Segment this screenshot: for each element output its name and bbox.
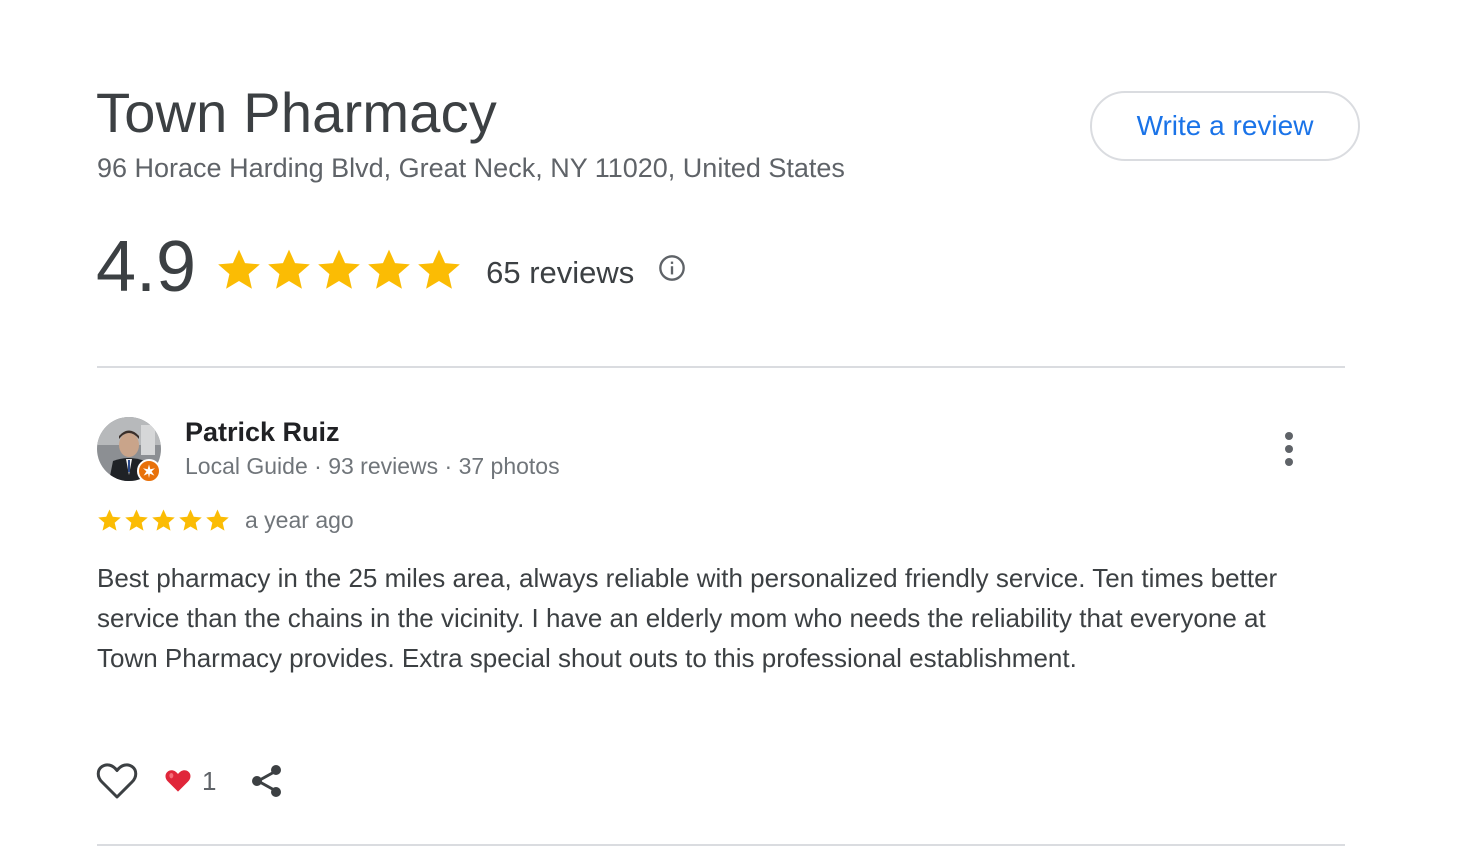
review-text: Best pharmacy in the 25 miles area, alwa… (97, 563, 1278, 673)
review-count[interactable]: 65 reviews (486, 255, 634, 291)
star-icon (206, 508, 229, 531)
star-icon (179, 508, 202, 531)
share-icon (252, 765, 282, 797)
reaction-count: 1 (202, 765, 217, 796)
star-icon (125, 508, 148, 531)
info-icon[interactable] (658, 254, 686, 282)
star-icon (218, 249, 260, 289)
review-stars (96, 507, 231, 534)
review-page: Town Pharmacy 96 Horace Harding Blvd, Gr… (0, 0, 1462, 862)
heart-outline-icon (96, 763, 138, 799)
star-icon (152, 508, 175, 531)
rating-stars (214, 245, 464, 295)
place-address: 96 Horace Harding Blvd, Great Neck, NY 1… (97, 153, 845, 183)
write-review-button[interactable]: Write a review (1090, 91, 1360, 161)
share-button[interactable] (250, 763, 286, 799)
star-icon (268, 249, 310, 289)
rating-summary: 4.9 65 reviews (96, 222, 686, 312)
avatar[interactable] (97, 417, 161, 483)
local-guide-badge-icon (137, 459, 161, 483)
star-icon (418, 249, 460, 289)
star-icon (318, 249, 360, 289)
place-title: Town Pharmacy (96, 81, 497, 144)
heart-reaction[interactable]: 1 (164, 766, 216, 797)
review-actions: 1 (96, 760, 286, 802)
section-divider (97, 366, 1345, 368)
red-heart-icon (165, 770, 191, 792)
review-date: a year ago (245, 506, 354, 533)
like-button[interactable] (96, 760, 138, 802)
rating-value: 4.9 (96, 227, 197, 307)
star-icon (368, 249, 410, 289)
reviewer-meta: Local Guide · 93 reviews · 37 photos (185, 453, 560, 479)
more-options-button[interactable] (1270, 428, 1308, 470)
section-divider (97, 844, 1345, 846)
review-rating-row: a year ago (96, 504, 354, 536)
star-icon (98, 508, 121, 531)
more-vert-icon (1285, 432, 1293, 466)
reviewer-name[interactable]: Patrick Ruiz (185, 415, 340, 449)
